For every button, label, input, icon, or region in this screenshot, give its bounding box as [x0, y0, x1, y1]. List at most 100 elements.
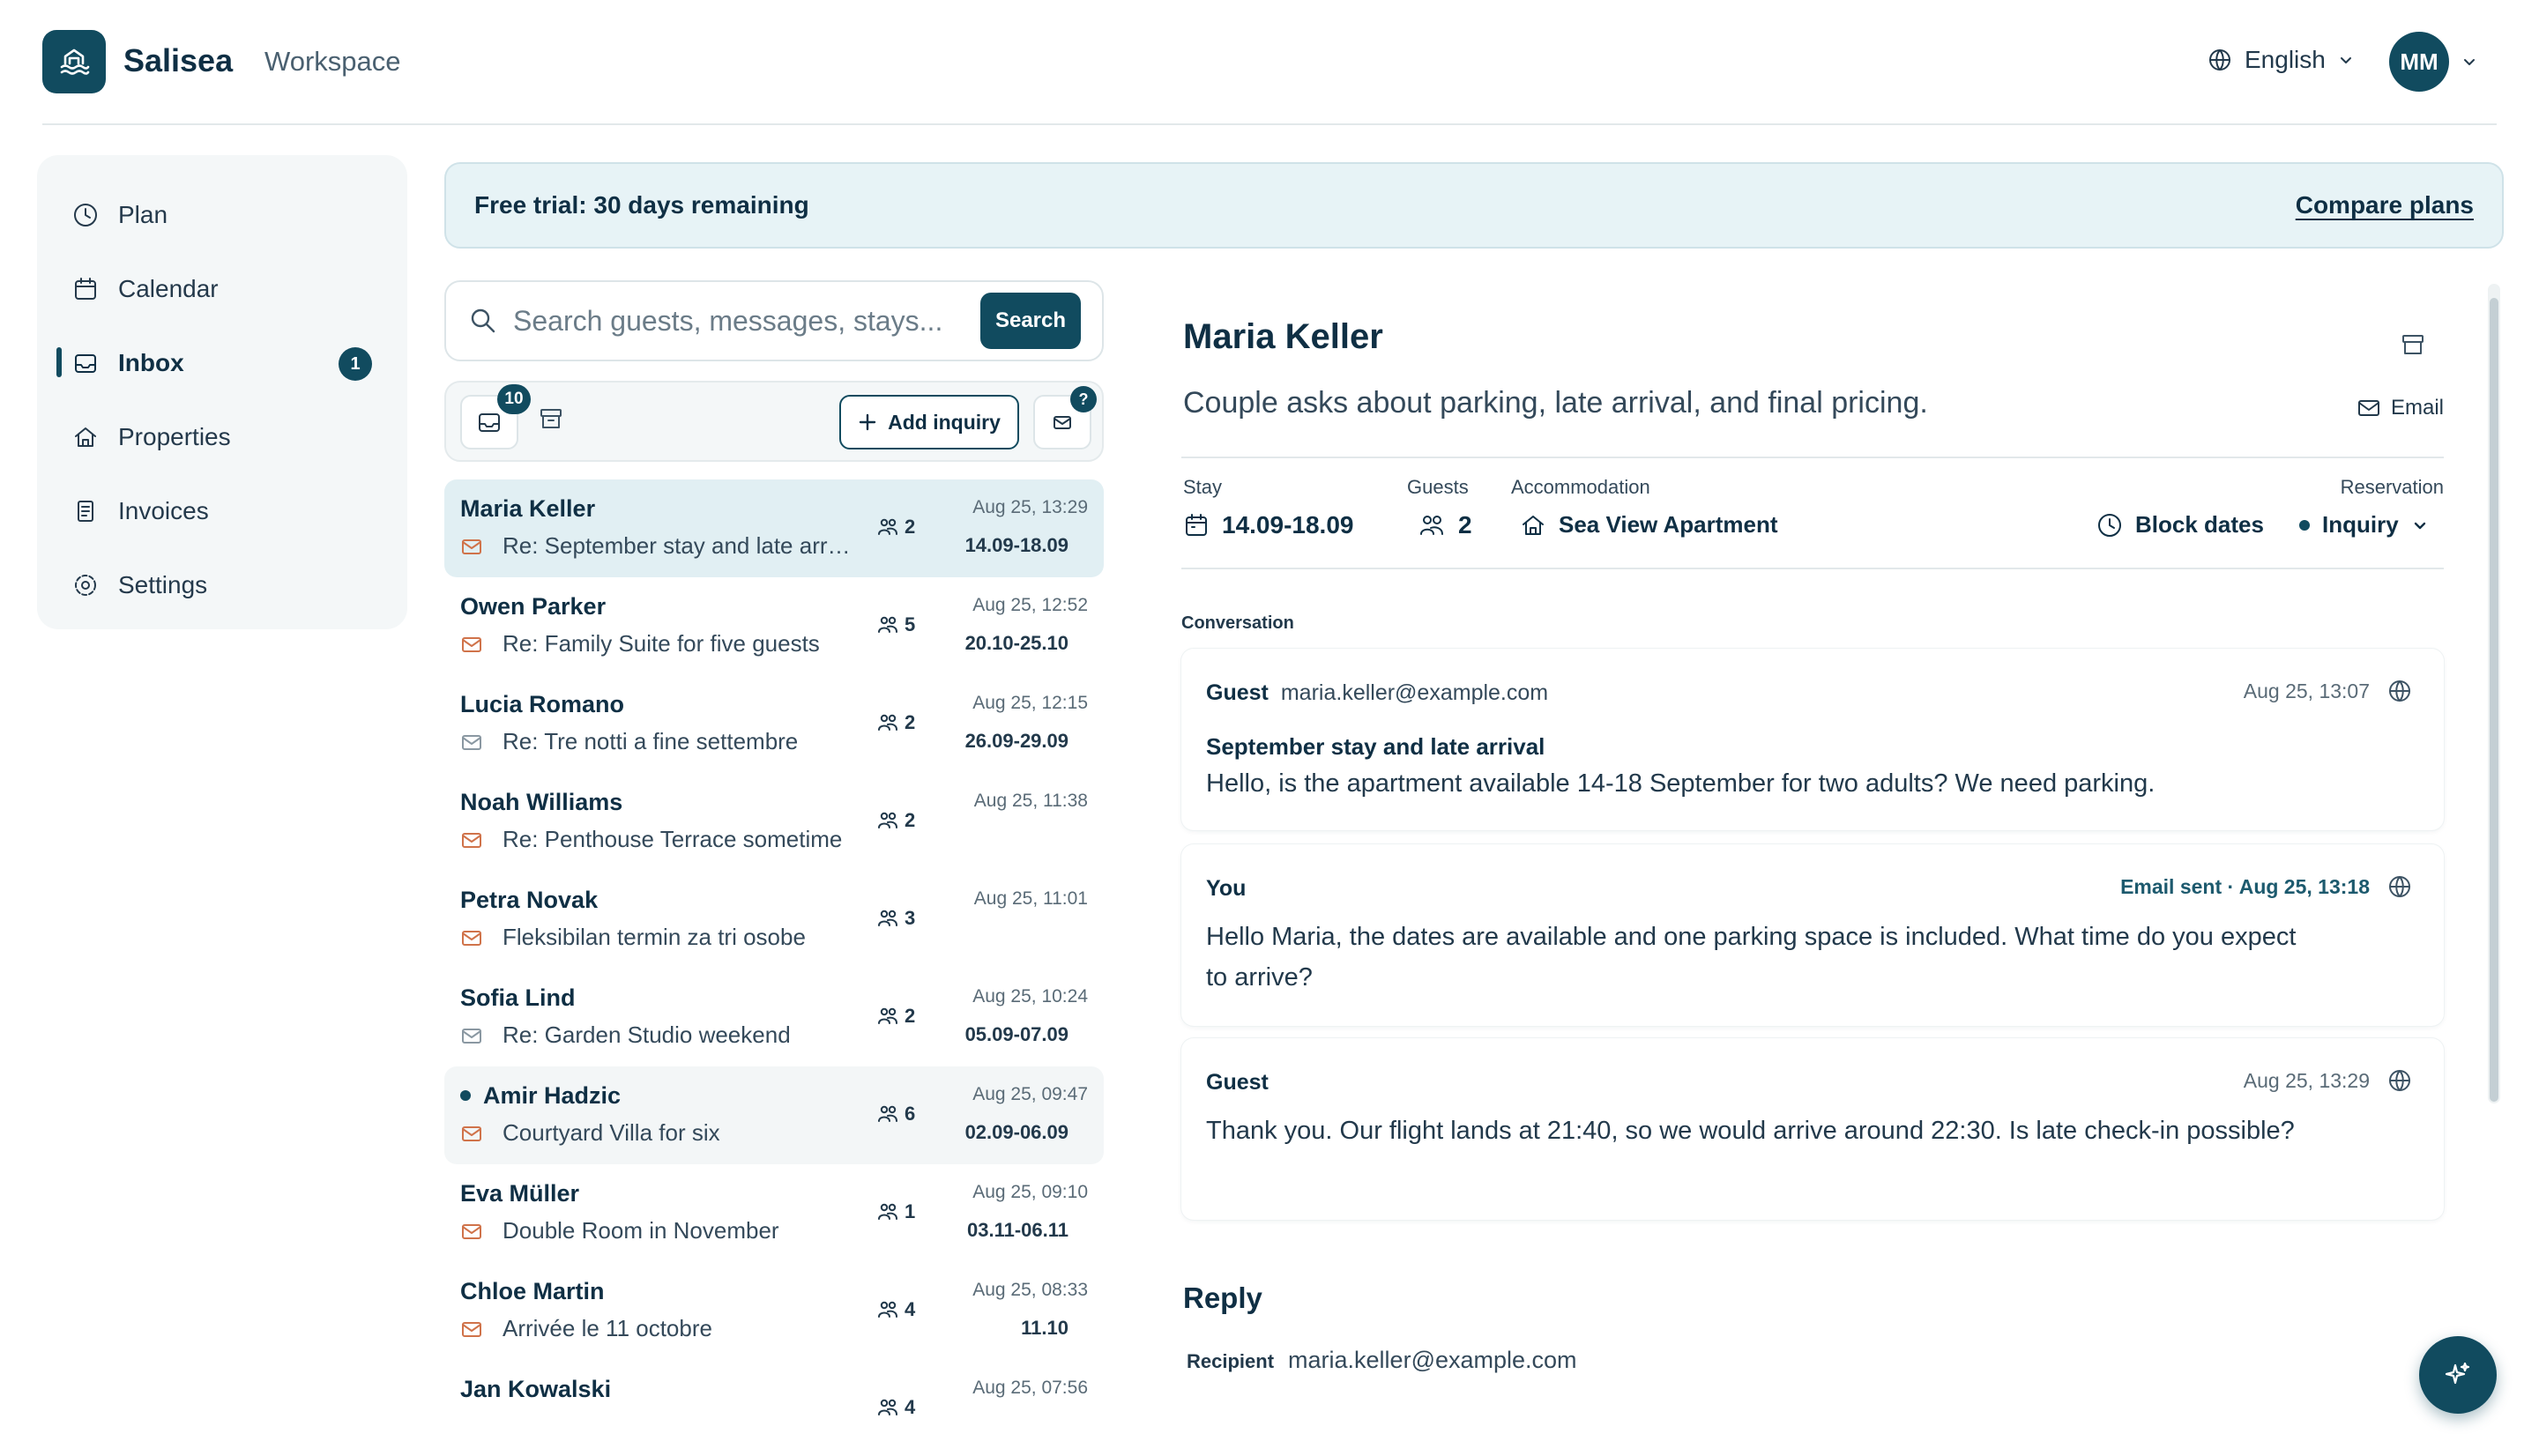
inquiry-row[interactable]: Noah Williams Re: Penthouse Terrace somet…: [444, 773, 1104, 871]
salisea-logo-icon[interactable]: [42, 30, 106, 93]
sidebar-item-settings[interactable]: Settings: [37, 548, 407, 622]
message-card: Guest maria.keller@example.com Aug 25, 13…: [1181, 649, 2444, 830]
stay-label: Stay: [1183, 476, 1223, 498]
archive-icon: [540, 409, 562, 428]
search-input[interactable]: [513, 304, 980, 338]
globe-icon[interactable]: [2387, 874, 2412, 899]
inquiry-guest-name: Owen Parker: [460, 593, 606, 620]
block-dates-label: Block dates: [2135, 511, 2264, 538]
inquiry-guests: 6: [876, 1103, 915, 1125]
sidebar-item-invoices[interactable]: Invoices: [37, 474, 407, 548]
guests-icon: [876, 1397, 899, 1418]
inquiry-time: Aug 25, 11:38: [973, 791, 1088, 811]
guests-count: 1: [905, 1200, 916, 1222]
detail-scrollbar[interactable]: [2488, 284, 2500, 1103]
inquiry-subject: Re: Penthouse Terrace sometime: [460, 826, 842, 853]
sidebar-item-properties[interactable]: Properties: [37, 400, 407, 474]
sidebar-item-label: Properties: [118, 423, 231, 450]
inbox-toolbar: 10 Add inquiry ?: [444, 381, 1104, 462]
recipient-email[interactable]: maria.keller@example.com: [1288, 1347, 1577, 1374]
language-selector[interactable]: English: [2208, 46, 2354, 74]
message-author: Guest: [1206, 1070, 1269, 1095]
guest-name-text: Lucia Romano: [460, 691, 625, 717]
inquiry-time: Aug 25, 13:29: [972, 497, 1088, 517]
message-time: Aug 25, 13:29: [2243, 1068, 2370, 1092]
guests-icon: [876, 614, 899, 635]
message-subject: September stay and late arrival: [1206, 733, 1545, 760]
ai-assistant-button[interactable]: [2419, 1336, 2497, 1414]
inquiry-row[interactable]: Sofia Lind Re: Garden Studio weekend 2 Aug …: [444, 969, 1104, 1066]
inbox-icon: [479, 413, 500, 432]
brand-name: Salisea: [123, 42, 234, 78]
inquiry-guest-name: Amir Hadzic: [460, 1082, 621, 1110]
user-menu[interactable]: MM: [2389, 32, 2477, 92]
guest-name-text: Noah Williams: [460, 789, 623, 815]
guests-count: 6: [905, 1103, 916, 1125]
inquiry-subject-text: Re: Family Suite for five guests: [503, 630, 820, 657]
globe-icon[interactable]: [2387, 679, 2412, 703]
block-dates-button[interactable]: Block dates: [2096, 511, 2264, 539]
sidebar-item-calendar[interactable]: Calendar: [37, 252, 407, 326]
inquiry-subject-text: Re: September stay and late arrival: [503, 532, 855, 559]
guest-name-text: Eva Müller: [460, 1180, 580, 1207]
inquiry-row[interactable]: Eva Müller Double Room in November 1 Aug 25…: [444, 1164, 1104, 1262]
inquiry-subject: Arrivée le 11 octobre: [460, 1315, 712, 1342]
divider: [1181, 457, 2444, 458]
accommodation-value[interactable]: Sea View Apartment: [1520, 511, 1778, 539]
inquiry-row[interactable]: Lucia Romano Re: Tre notti a fine settemb…: [444, 675, 1104, 773]
inquiry-guest-name: Maria Keller: [460, 495, 595, 523]
guests-icon: [876, 516, 899, 538]
inquiry-row[interactable]: Chloe Martin Arrivée le 11 octobre 4 Aug 25…: [444, 1262, 1104, 1360]
compare-plans-link[interactable]: Compare plans: [2296, 191, 2474, 219]
inquiry-subject: Re: Family Suite for five guests: [460, 630, 820, 657]
inquiry-row[interactable]: Petra Novak Fleksibilan termin za tri oso…: [444, 871, 1104, 969]
inquiry-time: Aug 25, 12:52: [972, 595, 1088, 615]
archive-icon: [2402, 335, 2424, 354]
inquiry-guest-name: Eva Müller: [460, 1180, 579, 1207]
inbox-icon: [75, 354, 96, 373]
inquiry-row[interactable]: Maria Keller Re: September stay and late …: [444, 479, 1104, 577]
scrollbar-thumb[interactable]: [2490, 298, 2498, 1102]
trial-text: Free trial: 30 days remaining: [474, 191, 809, 219]
inquiry-row[interactable]: Jan Kowalski 4 Aug 25, 07:56: [444, 1360, 1104, 1456]
help-badge[interactable]: ?: [1070, 386, 1097, 412]
workspace-label: Workspace: [264, 46, 401, 77]
mail-icon: [460, 1024, 483, 1047]
globe-icon[interactable]: [2387, 1068, 2412, 1093]
guests-count: 3: [905, 907, 916, 929]
inquiry-guest-name: Jan Kowalski: [460, 1376, 611, 1403]
sidebar-item-inbox[interactable]: Inbox 1: [37, 326, 407, 400]
trial-banner: Free trial: 30 days remaining Compare pl…: [444, 162, 2504, 249]
sidebar-item-plan[interactable]: Plan: [37, 178, 407, 252]
inquiry-row[interactable]: Owen Parker Re: Family Suite for five gue…: [444, 577, 1104, 675]
sparkle-icon: [2445, 1362, 2470, 1385]
reservation-status-select[interactable]: Inquiry: [2299, 511, 2429, 539]
search-button[interactable]: Search: [980, 293, 1081, 349]
guests-count: 2: [905, 516, 916, 538]
archive-button[interactable]: [2400, 331, 2426, 358]
inquiry-dates: 05.09-07.09: [964, 1023, 1068, 1045]
reservation-label: Reservation: [2340, 476, 2444, 498]
sidebar-item-label: Settings: [118, 571, 208, 598]
search-icon: [471, 308, 495, 333]
guest-name-text: Amir Hadzic: [483, 1082, 622, 1109]
inquiry-dates: 14.09-18.09: [964, 534, 1068, 556]
mail-icon: [460, 633, 483, 656]
reservation-status: Inquiry: [2322, 511, 2399, 538]
email-button[interactable]: Email: [2356, 395, 2444, 421]
mail-icon: [460, 1318, 483, 1341]
guest-name-text: Sofia Lind: [460, 984, 576, 1011]
inquiry-time: Aug 25, 11:01: [973, 888, 1088, 909]
archive-filter-button[interactable]: [538, 405, 564, 432]
mail-icon: [460, 828, 483, 851]
inquiry-row[interactable]: Amir Hadzic Courtyard Villa for six 6 Aug 2…: [444, 1066, 1104, 1164]
stay-dates: 14.09-18.09: [1222, 511, 1354, 539]
add-inquiry-button[interactable]: Add inquiry: [839, 395, 1019, 449]
app-header: Salisea Workspace English MM: [0, 0, 2539, 125]
divider: [1181, 568, 2444, 569]
inquiry-list: Maria Keller Re: September stay and late …: [444, 479, 1104, 1456]
inquiry-guests: 2: [876, 1005, 915, 1028]
inquiry-guest-name: Sofia Lind: [460, 984, 576, 1012]
message-card: You Email sent · Aug 25, 13:18 Hello Mar…: [1181, 844, 2444, 1026]
guest-name: Maria Keller: [1183, 317, 1383, 356]
